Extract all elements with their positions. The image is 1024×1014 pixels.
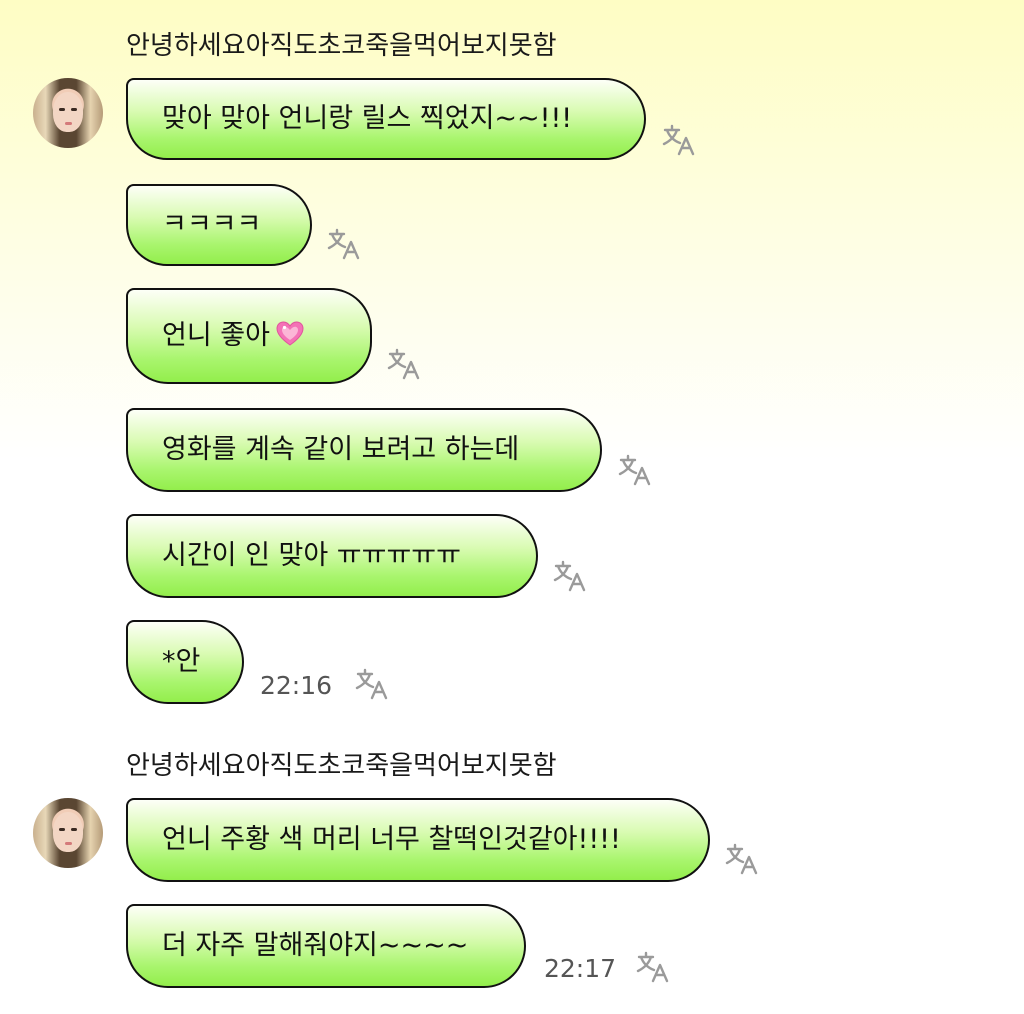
sender-name: 안녕하세요아직도초코죽을먹어보지못함: [126, 751, 557, 781]
message-text: 언니 주황 색 머리 너무 찰떡인것같아!!!!: [162, 824, 621, 855]
timestamp: 22:17: [544, 954, 617, 983]
translate-icon[interactable]: [662, 124, 698, 156]
avatar-mouth: [65, 842, 72, 845]
message-text: ㅋㅋㅋㅋ: [162, 209, 262, 240]
avatar-mouth: [65, 122, 72, 125]
message-bubble[interactable]: 더 자주 말해줘야지~~~~: [126, 904, 526, 988]
message-bubble[interactable]: *안: [126, 620, 244, 704]
avatar-eye: [59, 108, 65, 111]
message-text: 영화를 계속 같이 보려고 하는데: [162, 434, 520, 465]
translate-icon[interactable]: [387, 348, 423, 380]
avatar-eye: [59, 828, 65, 831]
message-text: 시간이 인 맞아 ㅠㅠㅠㅠㅠ: [162, 540, 461, 571]
translate-icon[interactable]: [355, 668, 391, 700]
message-text: 더 자주 말해줘야지~~~~: [162, 930, 469, 961]
message-text: 맞아 맞아 언니랑 릴스 찍었지~~!!!: [162, 103, 573, 134]
translate-icon[interactable]: [618, 454, 654, 486]
heart-emoji: [276, 321, 304, 346]
message-bubble[interactable]: 시간이 인 맞아 ㅠㅠㅠㅠㅠ: [126, 514, 538, 598]
message-bubble[interactable]: 언니 좋아: [126, 288, 372, 384]
translate-icon[interactable]: [553, 560, 589, 592]
translate-icon[interactable]: [636, 951, 672, 983]
message-bubble[interactable]: ㅋㅋㅋㅋ: [126, 184, 312, 266]
message-bubble[interactable]: 영화를 계속 같이 보려고 하는데: [126, 408, 602, 492]
sender-name: 안녕하세요아직도초코죽을먹어보지못함: [126, 31, 557, 61]
translate-icon[interactable]: [327, 228, 363, 260]
avatar-face: [53, 92, 83, 132]
avatar-face: [53, 812, 83, 852]
translate-icon[interactable]: [725, 843, 761, 875]
avatar-eye: [71, 828, 77, 831]
avatar[interactable]: [33, 798, 103, 868]
timestamp: 22:16: [260, 671, 333, 700]
message-text: *안: [162, 646, 201, 677]
avatar[interactable]: [33, 78, 103, 148]
message-text: 언니 좋아: [162, 290, 370, 382]
avatar-eye: [71, 108, 77, 111]
message-bubble[interactable]: 맞아 맞아 언니랑 릴스 찍었지~~!!!: [126, 78, 646, 160]
message-bubble[interactable]: 언니 주황 색 머리 너무 찰떡인것같아!!!!: [126, 798, 710, 882]
